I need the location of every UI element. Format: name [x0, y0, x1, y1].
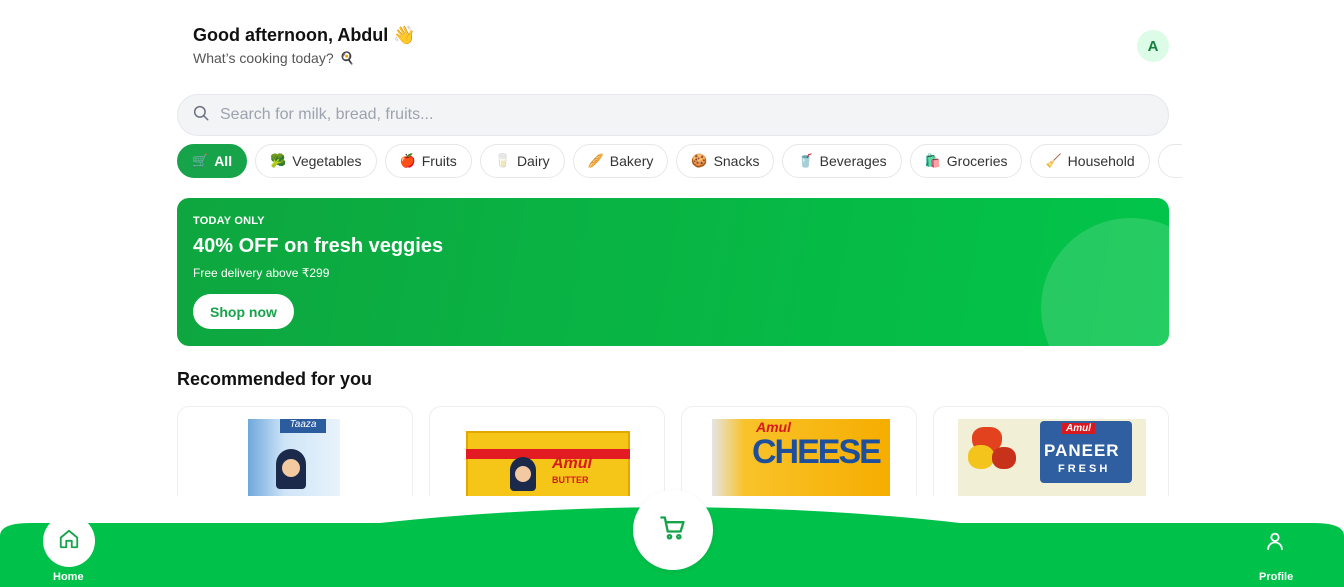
product-brand: Amul: [552, 455, 592, 472]
search-bar[interactable]: [177, 94, 1169, 136]
search-input[interactable]: [220, 106, 1120, 124]
chip-label: All: [214, 153, 233, 169]
chip-fruits[interactable]: 🍎 Fruits: [384, 144, 472, 178]
chip-snacks[interactable]: 🍪 Snacks: [676, 144, 775, 178]
product-list: Taaza Amul BUTTER Amul CHEESE Amul PANEE…: [177, 406, 1169, 496]
home-button[interactable]: [43, 515, 95, 567]
chip-all[interactable]: 🛒 All: [177, 144, 248, 178]
product-subtext: PANEER: [1044, 441, 1120, 460]
bread-icon: 🥖: [587, 153, 604, 168]
chip-label: Groceries: [946, 153, 1008, 169]
chip-label: Dairy: [516, 153, 550, 169]
chip-bakery[interactable]: 🥖 Bakery: [572, 144, 669, 178]
chip-label: Fruits: [421, 153, 457, 169]
greeting-title: Good afternoon, Abdul 👋: [193, 25, 416, 45]
home-label: Home: [53, 571, 84, 583]
promo-banner: TODAY ONLY 40% OFF on fresh veggies Free…: [177, 198, 1169, 346]
product-brand: Amul: [1062, 423, 1095, 434]
profile-label[interactable]: Profile: [1259, 571, 1293, 583]
product-brand: Taaza: [280, 419, 326, 433]
product-subtext-2: FRESH: [1058, 463, 1111, 475]
product-subtext: BUTTER: [552, 475, 589, 485]
greeting-subtitle: What’s cooking today?: [193, 50, 334, 66]
chip-label: Beverages: [819, 153, 887, 169]
search-icon: [192, 104, 210, 127]
chip-household[interactable]: 🧹 Household: [1030, 144, 1150, 178]
chip-dairy[interactable]: 🥛 Dairy: [479, 144, 565, 178]
chip-label: Snacks: [713, 153, 760, 169]
section-title: Recommended for you: [177, 369, 373, 389]
cart-emoji-icon: 🛒: [192, 153, 209, 168]
product-card[interactable]: Amul CHEESE: [681, 406, 917, 496]
avatar[interactable]: A: [1137, 30, 1169, 62]
chip-label: Household: [1067, 153, 1135, 169]
product-image-paneer: Amul PANEER FRESH: [958, 419, 1146, 496]
broom-icon: 🧹: [1045, 153, 1062, 168]
banner-decor-circle: [1041, 218, 1169, 346]
banner-title: 40% OFF on fresh veggies: [193, 235, 444, 257]
product-card[interactable]: Amul PANEER FRESH: [933, 406, 1169, 496]
chip-label: Bakery: [609, 153, 654, 169]
frying-pan-icon: 🍳: [339, 51, 355, 65]
cookie-icon: 🍪: [691, 153, 708, 168]
chip-more[interactable]: [1157, 144, 1182, 178]
shopping-bags-icon: 🛍️: [924, 153, 941, 168]
chip-vegetables[interactable]: 🥦 Vegetables: [255, 144, 377, 178]
chip-label: Vegetables: [292, 153, 362, 169]
product-card[interactable]: Amul BUTTER: [429, 406, 665, 496]
chip-groceries[interactable]: 🛍️ Groceries: [909, 144, 1023, 178]
cart-button[interactable]: [633, 490, 713, 570]
chip-beverages[interactable]: 🥤 Beverages: [782, 144, 902, 178]
home-icon: [58, 528, 80, 555]
product-image-milk: Taaza: [248, 419, 340, 496]
banner-tag: TODAY ONLY: [193, 215, 265, 227]
product-subtext: CHEESE: [752, 433, 882, 471]
apple-icon: 🍎: [399, 153, 416, 168]
product-card[interactable]: Taaza: [177, 406, 413, 496]
bottom-nav: Home Profile: [0, 490, 1344, 587]
product-image-cheese: Amul CHEESE: [712, 419, 890, 496]
profile-icon[interactable]: [1264, 530, 1286, 557]
milk-glass-icon: 🥛: [494, 153, 511, 168]
banner-description: Free delivery above ₹299: [193, 266, 330, 280]
broccoli-icon: 🥦: [270, 153, 287, 168]
greeting-block: Good afternoon, Abdul 👋 What’s cooking t…: [193, 24, 416, 66]
drink-cup-icon: 🥤: [797, 153, 814, 168]
category-chips: 🛒 All 🥦 Vegetables 🍎 Fruits 🥛 Dairy 🥖 Ba…: [177, 144, 1182, 180]
shop-now-button[interactable]: Shop now: [193, 294, 294, 329]
cart-icon: [659, 514, 687, 547]
product-image-butter: Amul BUTTER: [466, 431, 630, 496]
greeting-subtitle-row: What’s cooking today? 🍳: [193, 50, 416, 66]
